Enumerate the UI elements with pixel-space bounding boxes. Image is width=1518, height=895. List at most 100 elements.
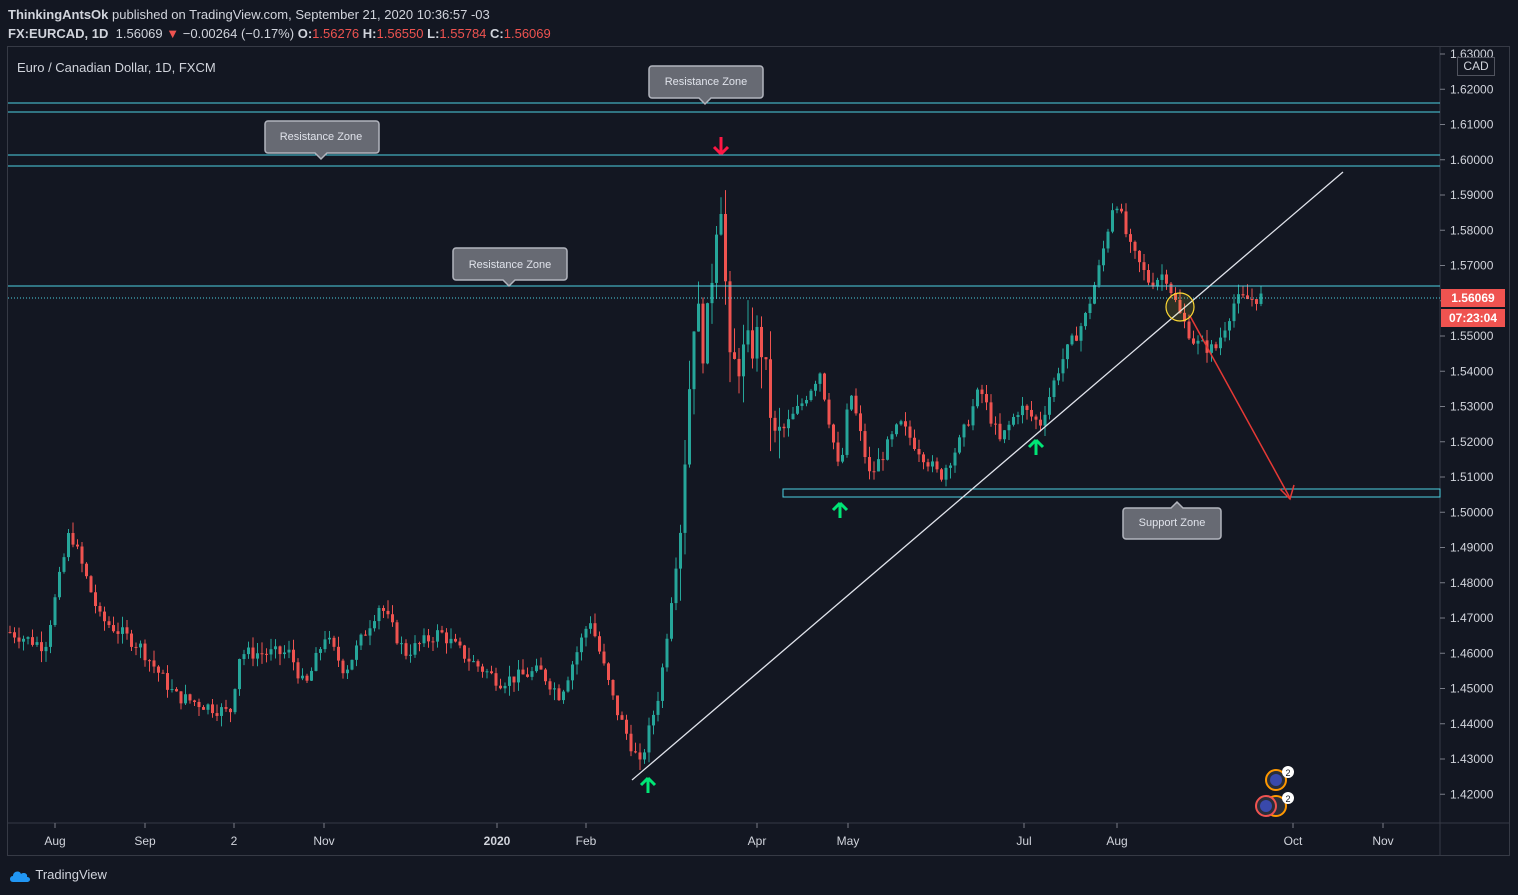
candle-body xyxy=(778,426,781,431)
candle-body xyxy=(1012,416,1015,425)
resistance-zone-callout[interactable]: Resistance Zone xyxy=(264,120,380,161)
candle-body xyxy=(755,326,759,359)
chart-canvas[interactable]: 1.630001.620001.610001.600001.590001.580… xyxy=(0,0,1518,895)
candle-body xyxy=(292,649,295,663)
candle-body xyxy=(1030,409,1033,417)
candle-body xyxy=(881,459,885,461)
price-tick-label: 1.45000 xyxy=(1450,682,1494,696)
candle-body xyxy=(661,667,664,701)
tradingview-logo[interactable]: TradingView xyxy=(8,867,107,883)
projection-arrow[interactable] xyxy=(1189,315,1291,499)
candle-body xyxy=(31,637,34,645)
candle-body xyxy=(733,352,736,359)
candle-body xyxy=(364,634,367,636)
candle-body xyxy=(886,439,889,460)
candle-body xyxy=(796,405,799,414)
candle-body xyxy=(571,664,574,681)
candle-body xyxy=(548,681,552,690)
candle-body xyxy=(422,635,426,644)
candle-body xyxy=(161,672,165,674)
candle-body xyxy=(809,390,813,400)
candle-body xyxy=(512,676,516,683)
price-tick-label: 1.61000 xyxy=(1450,118,1494,132)
trendline[interactable] xyxy=(631,171,1344,781)
time-tick-label: Sep xyxy=(134,834,156,848)
time-tick-label: Nov xyxy=(313,834,334,848)
price-tick-label: 1.50000 xyxy=(1450,505,1494,519)
down-arrow-icon xyxy=(712,137,730,156)
candle-body xyxy=(359,634,363,646)
candle-body xyxy=(94,592,97,607)
drawings-layer: Resistance Zone Resistance Zone Resistan… xyxy=(8,65,1441,817)
candle-body xyxy=(238,659,241,690)
candle-body xyxy=(130,633,133,647)
support-zone-callout[interactable]: Support Zone xyxy=(1122,500,1222,540)
candle-body xyxy=(409,654,412,656)
candle-body xyxy=(413,643,417,655)
candle-body xyxy=(193,700,196,702)
price-tick-label: 1.42000 xyxy=(1450,787,1494,801)
resistance-zone-callout[interactable]: Resistance Zone xyxy=(452,247,568,288)
candle-body xyxy=(1043,414,1047,426)
candle-body xyxy=(1210,344,1213,353)
candle-body xyxy=(535,665,538,672)
candle-body xyxy=(332,637,336,647)
event-badge[interactable]: 2 xyxy=(1265,766,1294,791)
candle-body xyxy=(85,563,88,577)
price-tick-label: 1.52000 xyxy=(1450,435,1494,449)
candle-body xyxy=(850,395,853,410)
candle-body xyxy=(319,649,322,653)
candle-body xyxy=(368,628,372,636)
candle-body xyxy=(436,630,439,642)
candle-body xyxy=(121,627,124,634)
support-zone-rect[interactable] xyxy=(782,488,1441,498)
candle-body xyxy=(724,213,727,282)
candle-body xyxy=(296,662,300,679)
candle-body xyxy=(445,632,448,644)
candle-body xyxy=(242,654,246,660)
candle-body xyxy=(859,413,862,432)
candle-body xyxy=(845,409,849,455)
time-tick-label: Feb xyxy=(576,834,597,848)
candle-body xyxy=(350,659,354,670)
candle-body xyxy=(719,213,723,235)
price-tick-label: 1.57000 xyxy=(1450,259,1494,273)
candle-body xyxy=(1219,337,1222,349)
breakout-circle[interactable] xyxy=(1165,292,1195,322)
resistance-zone-callout[interactable]: Resistance Zone xyxy=(648,65,764,106)
currency-label[interactable]: CAD xyxy=(1457,57,1495,76)
bar-countdown-badge: 07:23:04 xyxy=(1441,309,1505,327)
event-badge[interactable]: 2 xyxy=(1255,792,1294,817)
candle-body xyxy=(139,643,142,648)
candle-body xyxy=(953,452,957,466)
candle-body xyxy=(1003,430,1006,440)
candle-body xyxy=(967,424,970,426)
last-price-badge: 1.56069 xyxy=(1441,289,1505,307)
candle-body xyxy=(706,303,709,364)
candle-body xyxy=(1223,330,1227,338)
candle-body xyxy=(107,621,111,626)
candle-body xyxy=(341,660,345,674)
event-count: 2 xyxy=(1285,768,1290,778)
candle-body xyxy=(211,704,214,714)
candle-body xyxy=(1111,210,1114,232)
candle-body xyxy=(674,568,678,604)
candle-body xyxy=(157,666,160,673)
candle-body xyxy=(391,614,394,623)
time-tick-label: Jul xyxy=(1016,834,1031,848)
up-arrow-icon xyxy=(1027,438,1045,455)
candle-body xyxy=(404,643,408,656)
candle-body xyxy=(206,704,210,710)
candle-body xyxy=(998,423,1002,440)
candle-body xyxy=(260,653,264,655)
candle-body xyxy=(589,623,592,629)
candle-body xyxy=(872,471,876,473)
candle-body xyxy=(1196,340,1200,344)
candle-body xyxy=(697,303,700,332)
candle-body xyxy=(503,685,507,689)
chart-symbol-title[interactable]: Euro / Canadian Dollar, 1D, FXCM xyxy=(17,60,216,75)
candle-body xyxy=(917,448,921,455)
candle-body xyxy=(1142,262,1146,271)
candle-body xyxy=(53,597,57,625)
candle-body xyxy=(1165,274,1168,284)
